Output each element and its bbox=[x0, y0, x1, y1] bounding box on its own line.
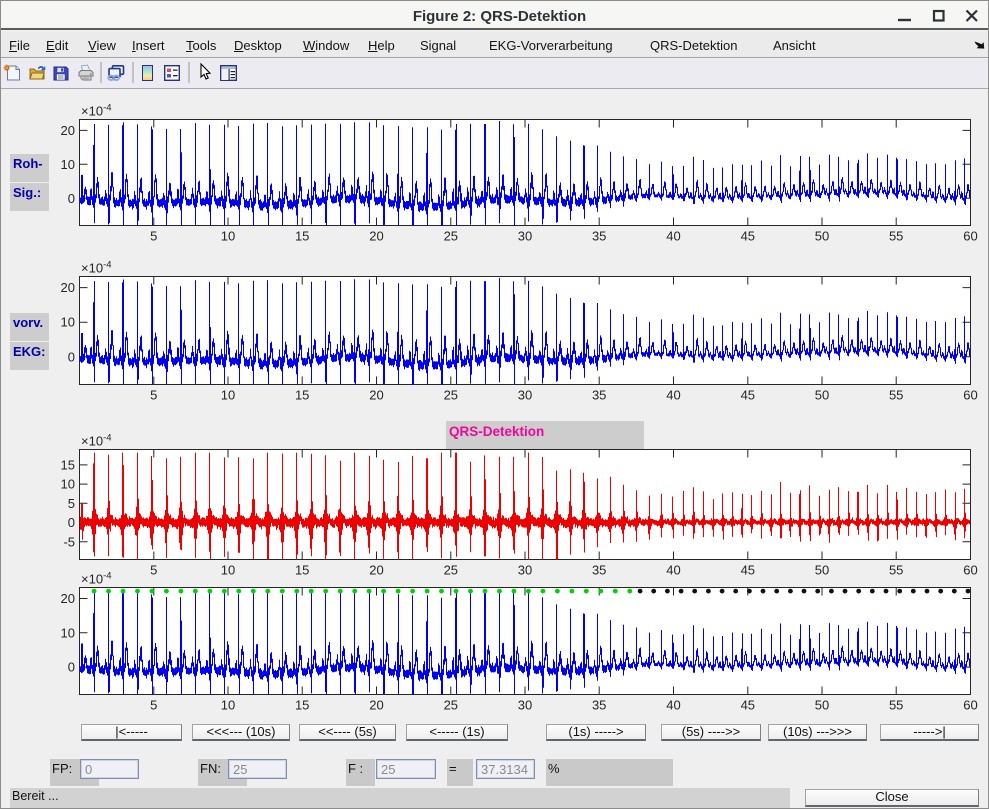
svg-text:30: 30 bbox=[518, 388, 532, 403]
svg-text:10: 10 bbox=[221, 388, 235, 403]
svg-text:45: 45 bbox=[741, 229, 755, 244]
svg-text:0: 0 bbox=[68, 191, 75, 206]
svg-text:5: 5 bbox=[150, 698, 157, 713]
svg-text:60: 60 bbox=[963, 563, 977, 578]
svg-text:20: 20 bbox=[61, 280, 75, 295]
svg-text:45: 45 bbox=[741, 563, 755, 578]
svg-text:25: 25 bbox=[444, 563, 458, 578]
svg-text:5: 5 bbox=[150, 229, 157, 244]
svg-text:25: 25 bbox=[444, 229, 458, 244]
svg-text:15: 15 bbox=[295, 563, 309, 578]
svg-text:25: 25 bbox=[444, 388, 458, 403]
svg-text:35: 35 bbox=[592, 388, 606, 403]
svg-text:×10-4: ×10-4 bbox=[81, 571, 112, 587]
svg-text:15: 15 bbox=[61, 457, 75, 472]
svg-text:20: 20 bbox=[369, 229, 383, 244]
svg-text:25: 25 bbox=[444, 698, 458, 713]
svg-text:10: 10 bbox=[61, 477, 75, 492]
svg-text:10: 10 bbox=[221, 698, 235, 713]
svg-text:10: 10 bbox=[61, 625, 75, 640]
svg-text:35: 35 bbox=[592, 698, 606, 713]
svg-text:20: 20 bbox=[369, 388, 383, 403]
svg-text:60: 60 bbox=[963, 698, 977, 713]
svg-text:0: 0 bbox=[68, 515, 75, 530]
svg-text:35: 35 bbox=[592, 229, 606, 244]
svg-text:×10-4: ×10-4 bbox=[81, 433, 112, 449]
svg-text:15: 15 bbox=[295, 388, 309, 403]
svg-text:55: 55 bbox=[889, 229, 903, 244]
svg-text:35: 35 bbox=[592, 563, 606, 578]
svg-text:5: 5 bbox=[68, 496, 75, 511]
svg-text:40: 40 bbox=[666, 229, 680, 244]
svg-text:40: 40 bbox=[666, 698, 680, 713]
svg-text:×10-4: ×10-4 bbox=[81, 103, 112, 119]
svg-text:×10-4: ×10-4 bbox=[81, 260, 112, 276]
svg-text:15: 15 bbox=[295, 698, 309, 713]
svg-text:-5: -5 bbox=[63, 534, 75, 549]
svg-text:15: 15 bbox=[295, 229, 309, 244]
svg-text:50: 50 bbox=[815, 229, 829, 244]
svg-text:5: 5 bbox=[150, 388, 157, 403]
svg-text:30: 30 bbox=[518, 563, 532, 578]
svg-text:30: 30 bbox=[518, 698, 532, 713]
svg-text:30: 30 bbox=[518, 229, 532, 244]
svg-text:50: 50 bbox=[815, 698, 829, 713]
svg-text:10: 10 bbox=[61, 157, 75, 172]
svg-text:20: 20 bbox=[61, 123, 75, 138]
svg-text:0: 0 bbox=[68, 660, 75, 675]
svg-text:40: 40 bbox=[666, 563, 680, 578]
svg-text:50: 50 bbox=[815, 388, 829, 403]
svg-text:10: 10 bbox=[61, 315, 75, 330]
svg-text:55: 55 bbox=[889, 698, 903, 713]
svg-text:40: 40 bbox=[666, 388, 680, 403]
svg-text:45: 45 bbox=[741, 388, 755, 403]
svg-text:20: 20 bbox=[61, 591, 75, 606]
svg-text:10: 10 bbox=[221, 563, 235, 578]
svg-text:10: 10 bbox=[221, 229, 235, 244]
svg-text:55: 55 bbox=[889, 388, 903, 403]
svg-text:55: 55 bbox=[889, 563, 903, 578]
svg-text:60: 60 bbox=[963, 229, 977, 244]
svg-text:50: 50 bbox=[815, 563, 829, 578]
svg-text:60: 60 bbox=[963, 388, 977, 403]
svg-text:20: 20 bbox=[369, 698, 383, 713]
svg-text:5: 5 bbox=[150, 563, 157, 578]
svg-text:0: 0 bbox=[68, 349, 75, 364]
svg-text:45: 45 bbox=[741, 698, 755, 713]
svg-text:20: 20 bbox=[369, 563, 383, 578]
